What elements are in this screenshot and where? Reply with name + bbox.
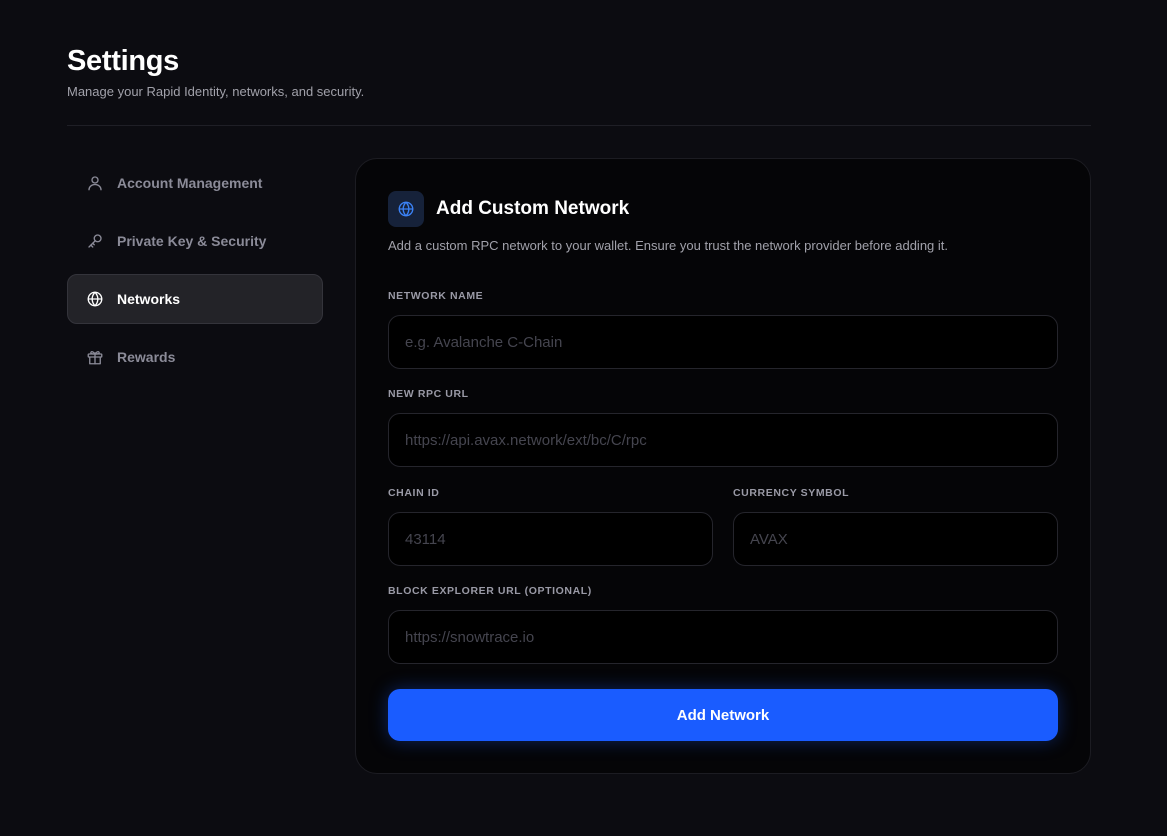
- key-icon: [85, 231, 105, 251]
- sidebar-item-networks[interactable]: Networks: [67, 274, 323, 324]
- page-subtitle: Manage your Rapid Identity, networks, an…: [67, 84, 365, 99]
- header-divider: [67, 125, 1091, 126]
- page-header: Settings Manage your Rapid Identity, net…: [67, 44, 364, 100]
- network-name-field: NETWORK NAME: [388, 290, 1058, 369]
- sidebar-item-private-key-security[interactable]: Private Key & Security: [67, 216, 323, 266]
- rpc-url-input[interactable]: [388, 413, 1058, 467]
- sidebar-item-label: Account Management: [117, 175, 263, 191]
- explorer-url-input[interactable]: [388, 610, 1058, 664]
- globe-icon: [388, 191, 424, 227]
- network-name-label: NETWORK NAME: [388, 290, 484, 302]
- sidebar-item-label: Rewards: [117, 349, 176, 365]
- page-title: Settings: [67, 45, 179, 77]
- currency-symbol-field: CURRENCY SYMBOL: [733, 487, 1058, 566]
- chain-id-field: CHAIN ID: [388, 487, 713, 566]
- rpc-url-field: NEW RPC URL: [388, 388, 1058, 467]
- rpc-url-label: NEW RPC URL: [388, 388, 469, 400]
- sidebar-item-label: Networks: [117, 291, 181, 307]
- card-description: Add a custom RPC network to your wallet.…: [388, 238, 948, 253]
- globe-icon: [85, 289, 105, 309]
- chain-id-input[interactable]: [388, 512, 713, 566]
- currency-symbol-label: CURRENCY SYMBOL: [733, 487, 850, 499]
- sidebar-item-rewards[interactable]: Rewards: [67, 332, 323, 382]
- add-network-card: Add Custom Network Add a custom RPC netw…: [355, 158, 1091, 774]
- settings-page: Settings Manage your Rapid Identity, net…: [0, 0, 1167, 836]
- gift-icon: [85, 347, 105, 367]
- card-header: Add Custom Network: [388, 191, 629, 227]
- settings-sidebar: Account Management Private Key & Securit…: [67, 158, 323, 390]
- card-title: Add Custom Network: [436, 198, 630, 219]
- currency-symbol-input[interactable]: [733, 512, 1058, 566]
- explorer-url-field: BLOCK EXPLORER URL (OPTIONAL): [388, 585, 1058, 664]
- sidebar-item-account-management[interactable]: Account Management: [67, 158, 323, 208]
- add-network-button[interactable]: Add Network: [388, 689, 1058, 741]
- chain-id-label: CHAIN ID: [388, 487, 440, 499]
- explorer-url-label: BLOCK EXPLORER URL (OPTIONAL): [388, 585, 592, 597]
- network-name-input[interactable]: [388, 315, 1058, 369]
- user-icon: [85, 173, 105, 193]
- sidebar-item-label: Private Key & Security: [117, 233, 267, 249]
